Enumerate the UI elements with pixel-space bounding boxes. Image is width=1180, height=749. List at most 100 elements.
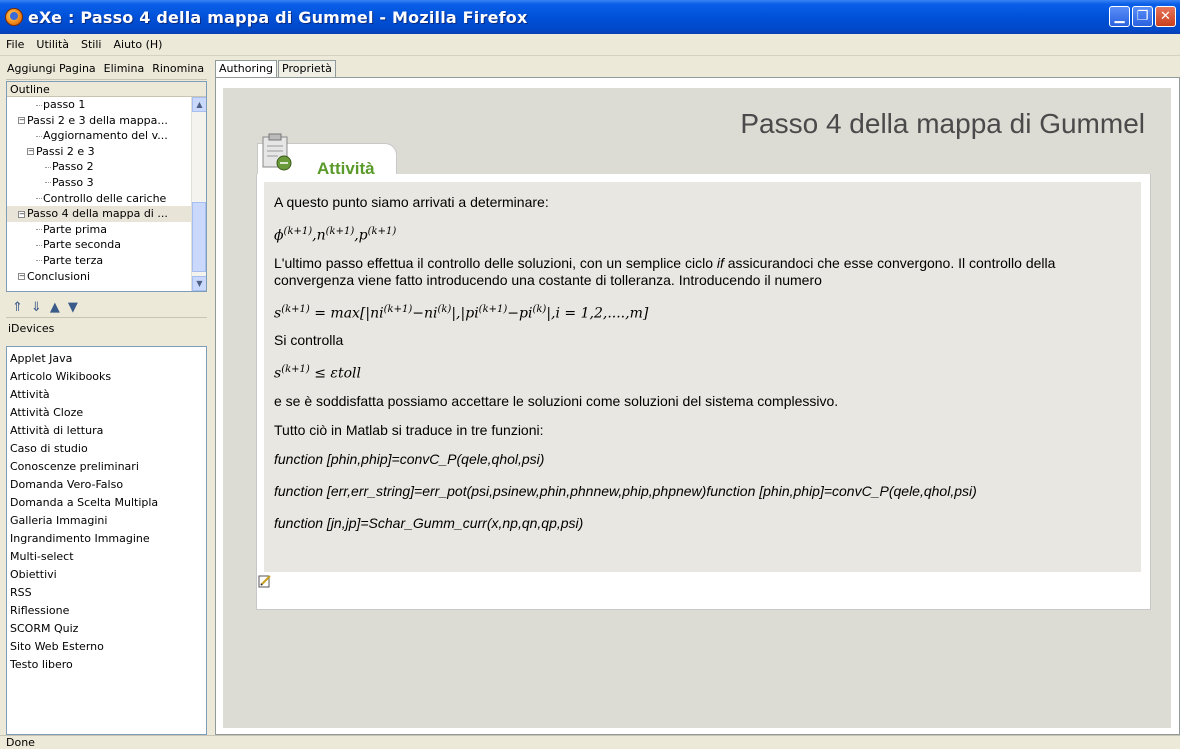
outline-item-label: Conclusioni (27, 269, 91, 283)
menu-bar: File Utilità Stili Aiuto (H) (0, 34, 1180, 56)
outline-toolbar: Aggiungi Pagina Elimina Rinomina (6, 58, 207, 80)
status-bar: Done (0, 735, 1180, 749)
tree-connector (36, 229, 42, 231)
outline-item-label: passo 1 (43, 98, 86, 111)
function-err-pot: function [err,err_string]=err_pot(psi,ps… (274, 482, 977, 499)
idevice-item[interactable]: RSS (7, 584, 206, 602)
idevice-item[interactable]: Conoscenze preliminari (7, 458, 206, 476)
outline-item-label: Passi 2 e 3 (36, 144, 95, 158)
delete-button[interactable]: Elimina (103, 62, 146, 75)
demote-icon[interactable]: ⇓ (31, 300, 42, 315)
idevice-item[interactable]: Sito Web Esterno (7, 638, 206, 656)
authoring-frame: Passo 4 della mappa di Gummel Attività A… (215, 77, 1180, 735)
outline-item[interactable]: Parte terza (7, 253, 206, 269)
outline-item[interactable]: − Conclusioni (7, 269, 206, 285)
idevice-item[interactable]: Obiettivi (7, 566, 206, 584)
outline-scrollbar[interactable]: ▲ ▼ (191, 97, 206, 291)
tree-connector (36, 198, 42, 200)
tab-authoring[interactable]: Authoring (215, 60, 278, 77)
outline-item[interactable]: Parte seconda (7, 237, 206, 253)
idevice-item[interactable]: Testo libero (7, 656, 206, 674)
tab-proprieta[interactable]: Proprietà (278, 60, 336, 77)
idevice-item[interactable]: Galleria Immagini (7, 512, 206, 530)
tree-connector (36, 104, 42, 106)
outline-item-label: Passo 3 (52, 175, 94, 189)
outline-item-label: Parte seconda (43, 238, 121, 252)
collapse-icon[interactable]: − (18, 210, 25, 218)
page-canvas: Passo 4 della mappa di Gummel Attività A… (223, 88, 1171, 728)
promote-icon[interactable]: ⇑ (12, 300, 23, 315)
outline-item[interactable]: − Passo 4 della mappa di ... (7, 206, 206, 222)
idevice-item[interactable]: Multi-select (7, 548, 206, 566)
formula-s-leq-toll: s(k+1) ≤ εtoll (274, 364, 361, 382)
menu-utilita[interactable]: Utilità (36, 38, 69, 51)
paragraph-check: Si controlla (274, 332, 344, 349)
idevice-item[interactable]: Domanda a Scelta Multipla (7, 494, 206, 512)
paragraph-accept: e se è soddisfatta possiamo accettare le… (274, 392, 839, 409)
outline-item[interactable]: − Passi 2 e 3 (7, 144, 206, 160)
close-button[interactable]: ✕ (1155, 6, 1176, 27)
outline-panel: Outline passo 1− Passi 2 e 3 della mappa.… (6, 81, 207, 292)
edit-icon[interactable] (258, 574, 272, 588)
idevice-item[interactable]: SCORM Quiz (7, 620, 206, 638)
tree-connector (45, 166, 51, 168)
idevice-item[interactable]: Domanda Vero-Falso (7, 476, 206, 494)
activity-idevice: A questo punto siamo arrivati a determin… (256, 174, 1151, 610)
idevice-item[interactable]: Caso di studio (7, 440, 206, 458)
outline-item-label: Parte terza (43, 253, 104, 267)
outline-item-label: Controllo delle cariche (43, 191, 167, 205)
idevice-item[interactable]: Applet Java (7, 350, 206, 368)
formula-phi-n-p: ϕ(k+1),n(k+1),p(k+1) (274, 226, 397, 244)
idevice-item[interactable]: Ingrandimento Immagine (7, 530, 206, 548)
tree-connector (45, 182, 51, 184)
idevice-content: A questo punto siamo arrivati a determin… (264, 182, 1141, 572)
move-down-icon[interactable]: ▼ (68, 300, 78, 315)
editor-tabs: Authoring Proprietà (215, 60, 337, 78)
idevice-item[interactable]: Attività di lettura (7, 422, 206, 440)
outline-item[interactable]: passo 1 (7, 97, 206, 113)
scroll-down-icon[interactable]: ▼ (192, 276, 206, 291)
function-schar-gumm: function [jn,jp]=Schar_Gumm_curr(x,np,qn… (274, 514, 584, 531)
paragraph-intro: A questo punto siamo arrivati a determin… (274, 194, 549, 210)
menu-aiuto[interactable]: Aiuto (H) (113, 38, 162, 51)
outline-item[interactable]: Passo 2 (7, 159, 206, 175)
maximize-button[interactable]: ❐ (1132, 6, 1153, 27)
formula-s-max: s(k+1) = max[|ni(k+1)−ni(k)|,|pi(k+1)−pi… (274, 303, 649, 322)
outline-item-label: Passo 2 (52, 160, 94, 174)
paragraph-matlab: Tutto ciò in Matlab si traduce in tre fu… (274, 421, 544, 438)
outline-item[interactable]: − Passi 2 e 3 della mappa... (7, 113, 206, 129)
outline-item[interactable]: Aggiornamento del v... (7, 128, 206, 144)
window-title: eXe : Passo 4 della mappa di Gummel - Mo… (28, 7, 528, 27)
title-bar: eXe : Passo 4 della mappa di Gummel - Mo… (0, 0, 1180, 34)
outline-nav-arrows: ⇑ ⇓ ▲ ▼ (6, 298, 207, 318)
scroll-up-icon[interactable]: ▲ (192, 97, 206, 112)
outline-header: Outline (7, 82, 206, 97)
move-up-icon[interactable]: ▲ (50, 300, 60, 315)
minimize-button[interactable]: ▁ (1109, 6, 1130, 27)
add-page-button[interactable]: Aggiungi Pagina (6, 62, 97, 75)
left-panel: Aggiungi Pagina Elimina Rinomina Outline… (6, 58, 207, 735)
outline-item-label: Passo 4 della mappa di ... (27, 207, 168, 221)
collapse-icon[interactable]: − (18, 273, 25, 281)
idevice-item[interactable]: Attività (7, 386, 206, 404)
scroll-thumb[interactable] (192, 202, 206, 272)
collapse-icon[interactable]: − (18, 117, 25, 125)
outline-item[interactable]: Passo 3 (7, 175, 206, 191)
idevice-item[interactable]: Articolo Wikibooks (7, 368, 206, 386)
rename-button[interactable]: Rinomina (151, 62, 205, 75)
paragraph-convergence: L'ultimo passo effettua il controllo del… (274, 254, 1056, 288)
idevice-item[interactable]: Attività Cloze (7, 404, 206, 422)
tree-connector (36, 260, 42, 262)
outline-item-label: Parte prima (43, 222, 107, 236)
outline-item[interactable]: Controllo delle cariche (7, 191, 206, 207)
idevice-item[interactable]: Riflessione (7, 602, 206, 620)
activity-icon (262, 133, 292, 171)
outline-item-label: Aggiornamento del v... (43, 129, 168, 143)
menu-file[interactable]: File (6, 38, 24, 51)
menu-stili[interactable]: Stili (81, 38, 101, 51)
outline-item[interactable]: Parte prima (7, 222, 206, 238)
idevices-list: Applet Java Articolo Wikibooks Attività Att… (6, 346, 207, 735)
outline-item-label: Passi 2 e 3 della mappa... (27, 113, 168, 127)
window-controls: ▁ ❐ ✕ (1109, 6, 1176, 27)
collapse-icon[interactable]: − (27, 148, 34, 156)
